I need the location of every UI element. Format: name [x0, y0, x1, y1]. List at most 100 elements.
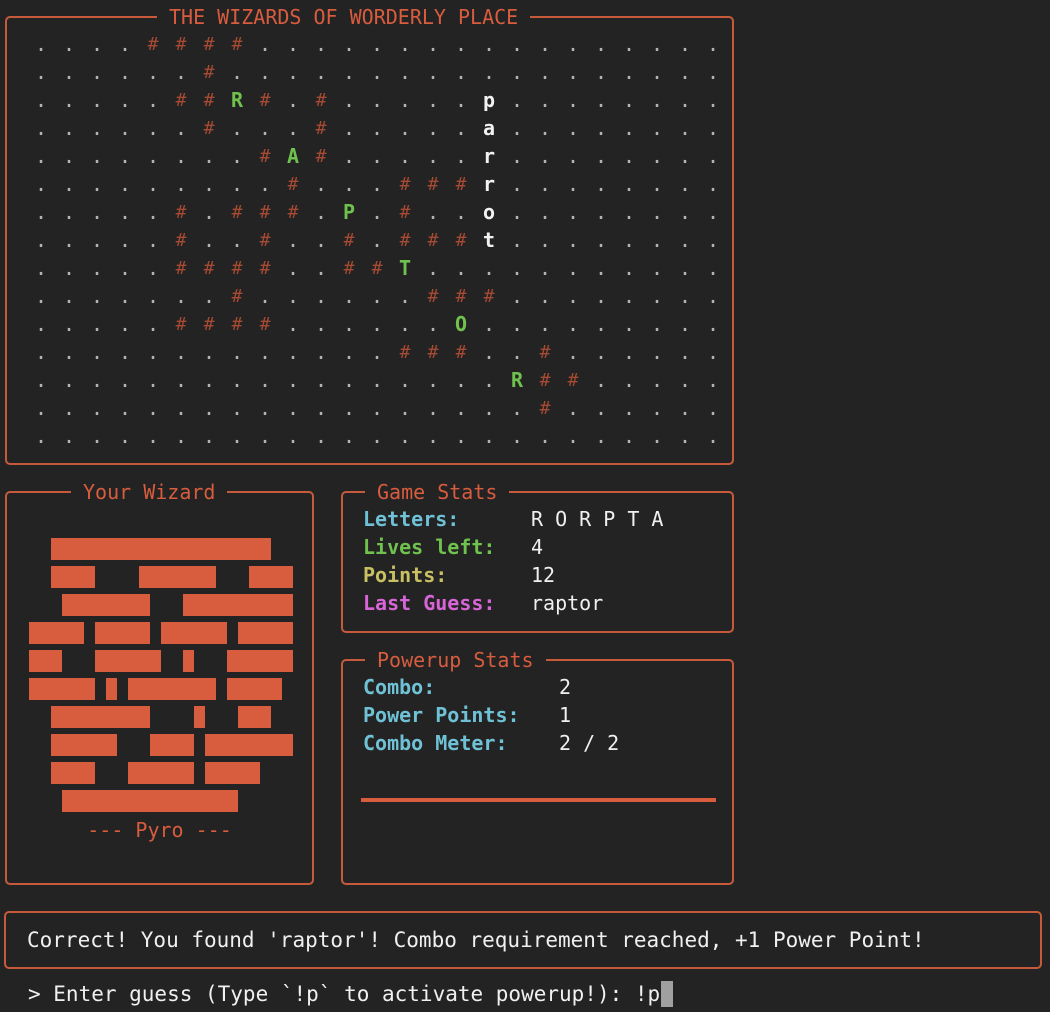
- empty-cell: .: [370, 396, 384, 420]
- wizard-pixel: [183, 678, 194, 700]
- wizard-pixel: [172, 762, 183, 784]
- empty-cell: .: [314, 172, 328, 196]
- wizard-pixel: [139, 678, 150, 700]
- empty-cell: .: [650, 144, 664, 168]
- wall-cell: #: [175, 201, 187, 223]
- word-letter: t: [482, 228, 496, 252]
- empty-cell: .: [650, 340, 664, 364]
- wizard-pixel: [161, 734, 172, 756]
- empty-cell: .: [90, 200, 104, 224]
- empty-cell: .: [426, 116, 440, 140]
- wizard-pixel: [106, 622, 117, 644]
- wizard-pixel: [271, 594, 282, 616]
- empty-cell: .: [566, 88, 580, 112]
- word-letter: r: [482, 144, 496, 168]
- wizard-pixel: [40, 650, 51, 672]
- wizard-pixel: [62, 566, 73, 588]
- empty-cell: .: [510, 60, 524, 84]
- empty-cell: .: [62, 256, 76, 280]
- wizard-pixel: [216, 734, 227, 756]
- empty-cell: .: [622, 172, 636, 196]
- empty-cell: .: [286, 32, 300, 56]
- empty-cell: .: [286, 256, 300, 280]
- empty-cell: .: [706, 116, 720, 140]
- wall-cell: #: [259, 229, 271, 251]
- wizard-pixel: [95, 594, 106, 616]
- empty-cell: .: [706, 256, 720, 280]
- wizard-pixel: [271, 622, 282, 644]
- wizard-pixel: [95, 538, 106, 560]
- empty-cell: .: [454, 200, 468, 224]
- empty-cell: .: [482, 396, 496, 420]
- wizard-pixel: [106, 678, 117, 700]
- empty-cell: .: [286, 368, 300, 392]
- empty-cell: .: [594, 172, 608, 196]
- combo-value: 2: [559, 675, 572, 699]
- empty-cell: .: [34, 368, 48, 392]
- points-value: 12: [531, 563, 556, 587]
- wizard-pixel: [117, 706, 128, 728]
- empty-cell: .: [342, 284, 356, 308]
- wizard-pixel: [139, 650, 150, 672]
- empty-cell: .: [594, 88, 608, 112]
- empty-cell: .: [510, 312, 524, 336]
- letters-value: R O R P T A: [531, 507, 664, 531]
- powerup-stats-panel: Powerup Stats Combo: 2 Power Points: 1 Com…: [341, 648, 734, 885]
- wizard-pixel: [194, 594, 205, 616]
- wizard-pixel: [161, 566, 172, 588]
- wizard-pixel: [205, 678, 216, 700]
- empty-cell: .: [454, 396, 468, 420]
- wall-cell: #: [315, 117, 327, 139]
- empty-cell: .: [538, 200, 552, 224]
- empty-cell: .: [230, 340, 244, 364]
- guess-input[interactable]: !p: [635, 982, 660, 1006]
- empty-cell: .: [454, 144, 468, 168]
- empty-cell: .: [398, 424, 412, 448]
- wizard-pixel: [172, 678, 183, 700]
- wall-cell: #: [427, 229, 439, 251]
- letters-label: Letters:: [363, 507, 460, 531]
- empty-cell: .: [118, 200, 132, 224]
- empty-cell: .: [314, 340, 328, 364]
- wizard-pixel: [249, 566, 260, 588]
- empty-cell: .: [202, 228, 216, 252]
- empty-cell: .: [146, 60, 160, 84]
- wizard-pixel: [205, 790, 216, 812]
- empty-cell: .: [706, 60, 720, 84]
- word-letter: r: [482, 172, 496, 196]
- wall-cell: #: [259, 257, 271, 279]
- empty-cell: .: [510, 340, 524, 364]
- empty-cell: .: [174, 60, 188, 84]
- empty-cell: .: [678, 284, 692, 308]
- wizard-pixel: [73, 706, 84, 728]
- wall-cell: #: [231, 201, 243, 223]
- empty-cell: .: [622, 424, 636, 448]
- found-letter: A: [286, 144, 300, 168]
- empty-cell: .: [398, 368, 412, 392]
- wizard-pixel: [227, 762, 238, 784]
- empty-cell: .: [342, 116, 356, 140]
- empty-cell: .: [258, 368, 272, 392]
- wizard-pixel: [249, 594, 260, 616]
- wizard-pixel: [62, 538, 73, 560]
- guess-prompt[interactable]: > Enter guess (Type `!p` to activate pow…: [28, 981, 674, 1007]
- wizard-pixel: [227, 734, 238, 756]
- wizard-pixel: [117, 790, 128, 812]
- empty-cell: .: [510, 256, 524, 280]
- empty-cell: .: [622, 312, 636, 336]
- empty-cell: .: [62, 312, 76, 336]
- wizard-pixel: [73, 734, 84, 756]
- wizard-pixel: [139, 762, 150, 784]
- empty-cell: .: [118, 32, 132, 56]
- empty-cell: .: [706, 200, 720, 224]
- empty-cell: .: [594, 424, 608, 448]
- empty-cell: .: [538, 88, 552, 112]
- empty-cell: .: [426, 200, 440, 224]
- empty-cell: .: [342, 172, 356, 196]
- empty-cell: .: [118, 172, 132, 196]
- wizard-pixel: [84, 566, 95, 588]
- wizard-pixel: [172, 790, 183, 812]
- empty-cell: .: [230, 172, 244, 196]
- empty-cell: .: [398, 116, 412, 140]
- wizard-pixel: [128, 762, 139, 784]
